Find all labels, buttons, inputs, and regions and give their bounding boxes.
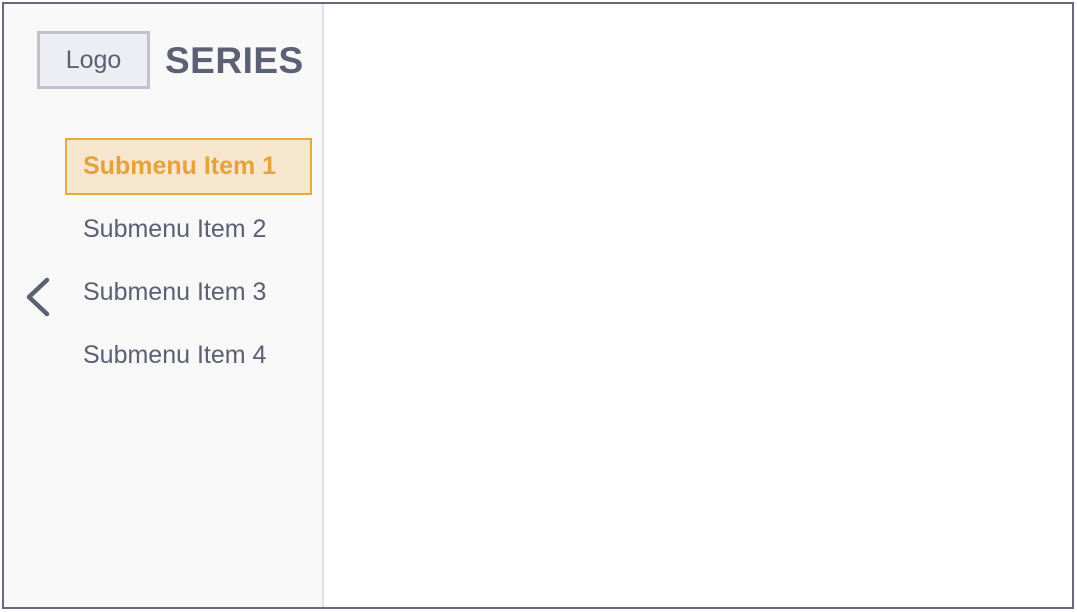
- submenu-item-3[interactable]: Submenu Item 3: [65, 264, 312, 321]
- main-content-area: [326, 4, 1072, 607]
- brand-header: Logo SERIES: [37, 31, 304, 89]
- submenu-item-4[interactable]: Submenu Item 4: [65, 327, 312, 384]
- sidebar: Logo SERIES Submenu Item 1 Submenu Item …: [4, 4, 324, 607]
- chevron-left-icon: [26, 277, 50, 317]
- submenu-list: Submenu Item 1 Submenu Item 2 Submenu It…: [65, 138, 312, 390]
- submenu-item-1[interactable]: Submenu Item 1: [65, 138, 312, 195]
- brand-title: SERIES: [165, 39, 304, 81]
- app-window: Logo SERIES Submenu Item 1 Submenu Item …: [2, 2, 1074, 609]
- submenu-item-2[interactable]: Submenu Item 2: [65, 201, 312, 258]
- logo-placeholder[interactable]: Logo: [37, 31, 150, 89]
- collapse-sidebar-button[interactable]: [18, 272, 58, 322]
